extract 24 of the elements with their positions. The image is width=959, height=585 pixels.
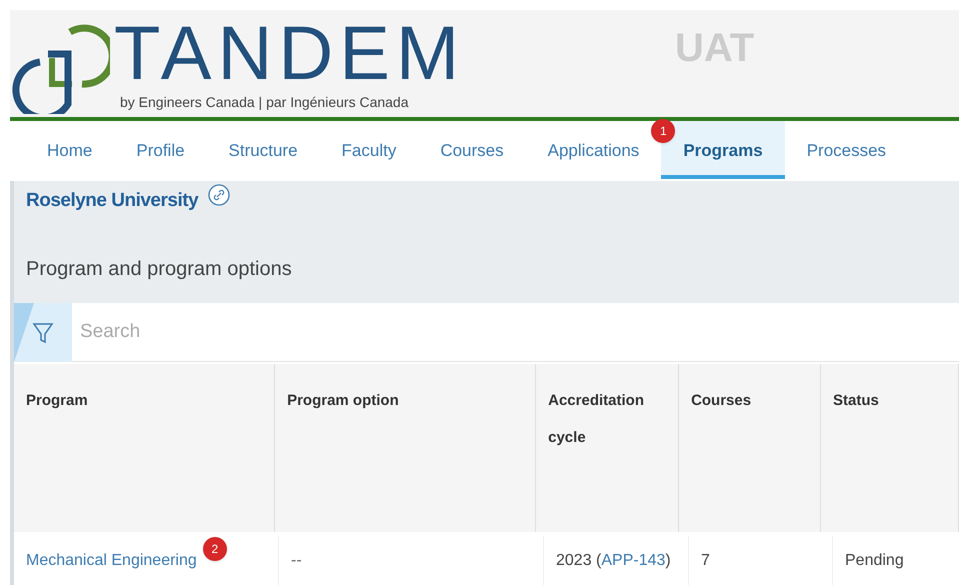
column-header: Status <box>833 391 880 411</box>
nav-tab[interactable]: Profile <box>114 121 207 179</box>
application-link[interactable]: APP-143 <box>601 552 666 568</box>
nav-tab[interactable]: Courses <box>418 121 526 179</box>
nav-tab[interactable]: Processes <box>784 121 908 179</box>
logo-wordmark: TANDEM <box>114 14 466 94</box>
search-field[interactable]: Search <box>80 303 959 361</box>
callout-badge: 2 <box>202 536 227 560</box>
column-header: Courses <box>691 391 752 411</box>
table-cell-text: -- <box>291 550 302 570</box>
column-header: Program option <box>287 391 400 411</box>
logo-tagline: by Engineers Canada | par Ingénieurs Canada <box>120 94 410 110</box>
institution-link[interactable]: Roselyne University <box>26 187 198 216</box>
table-cell-text: 7 <box>701 550 710 570</box>
nav-tab[interactable]: Faculty <box>320 121 418 179</box>
table-cell-text: 2023 (APP-143) <box>556 550 671 570</box>
filter-icon[interactable] <box>14 302 72 362</box>
column-header: Program <box>26 391 89 411</box>
table-cell-text: Pending <box>845 550 904 570</box>
link-icon[interactable] <box>208 184 230 206</box>
nav-tab[interactable]: Structure <box>206 121 320 179</box>
column-header: Accreditation cycle <box>548 391 645 448</box>
nav-tab[interactable]: Home <box>25 121 114 179</box>
section-title: Program and program options <box>26 256 293 282</box>
